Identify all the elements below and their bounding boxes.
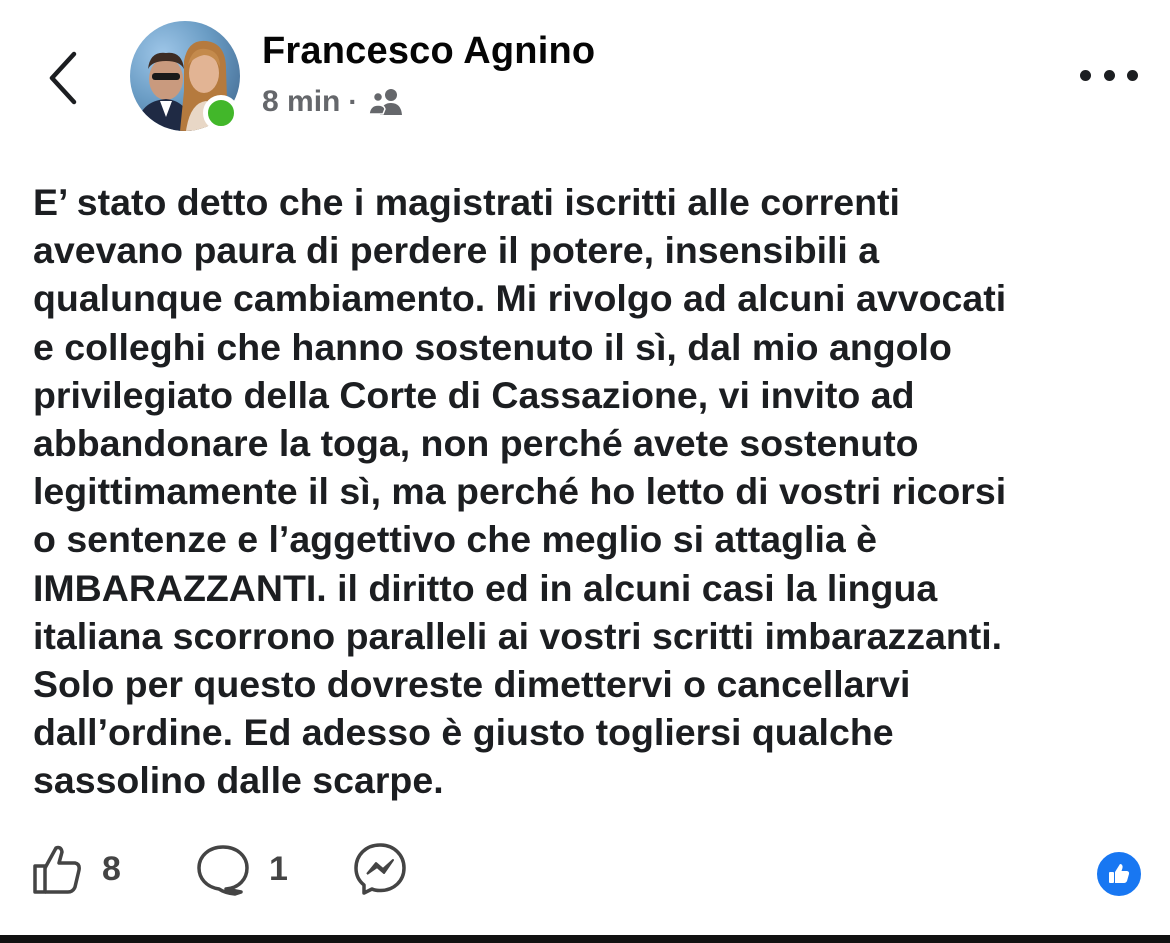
meta-separator: · <box>348 86 358 117</box>
chevron-left-icon <box>49 51 77 105</box>
post-time[interactable]: 8 min <box>262 85 340 119</box>
thumbs-up-icon <box>33 845 81 894</box>
like-button[interactable]: 8 <box>30 838 121 900</box>
post-text-line: privilegiato della Corte di Cassazione, … <box>33 373 915 416</box>
post-text-line: e colleghi che hanno sostenuto il sì, da… <box>33 325 952 368</box>
back-button[interactable] <box>44 50 84 106</box>
comment-button[interactable]: 1 <box>195 838 288 900</box>
more-dot-icon <box>1127 69 1138 81</box>
send-messenger-button[interactable] <box>352 838 408 900</box>
post-actions: 8 1 <box>30 838 1150 900</box>
post-text-line: avevano paura di perdere il potere, inse… <box>33 229 880 272</box>
comment-bubble-icon <box>197 845 249 896</box>
post-text: E’ stato detto che i magistrati iscritti… <box>33 178 1143 805</box>
online-status-indicator <box>203 95 239 131</box>
friends-icon[interactable] <box>367 87 404 117</box>
like-count: 8 <box>102 849 121 888</box>
post-text-line: E’ stato detto che i magistrati iscritti… <box>33 181 900 223</box>
post-text-line: Solo per questo dovreste dimettervi o ca… <box>33 663 911 706</box>
post-text-line: legittimamente il sì, ma perché ho letto… <box>33 470 1007 513</box>
more-dot-icon <box>1103 69 1115 81</box>
comment-count: 1 <box>269 849 288 888</box>
post-text-line: italiana scorrono paralleli ai vostri sc… <box>33 614 1003 657</box>
more-dot-icon <box>1080 69 1091 81</box>
post-text-line: o sentenze e l’aggettivo che meglio si a… <box>33 518 877 561</box>
post-text-line: sassolino dalle scarpe. <box>33 759 444 802</box>
post-text-line: IMBARAZZANTI. il diritto ed in alcuni ca… <box>33 566 938 609</box>
screen-bottom-edge <box>0 935 1170 943</box>
post-text-line: qualunque cambiamento. Mi rivolgo ad alc… <box>33 277 1007 320</box>
messenger-icon <box>354 843 406 895</box>
author-name[interactable]: Francesco Agnino <box>262 30 595 73</box>
post-text-line: abbandonare la toga, non perché avete so… <box>33 422 919 465</box>
post-meta: 8 min · <box>262 85 404 119</box>
like-reaction-icon[interactable] <box>1095 850 1143 898</box>
more-options-button[interactable] <box>1080 60 1138 90</box>
post-text-line: dall’ordine. Ed adesso è giusto togliers… <box>33 711 894 754</box>
